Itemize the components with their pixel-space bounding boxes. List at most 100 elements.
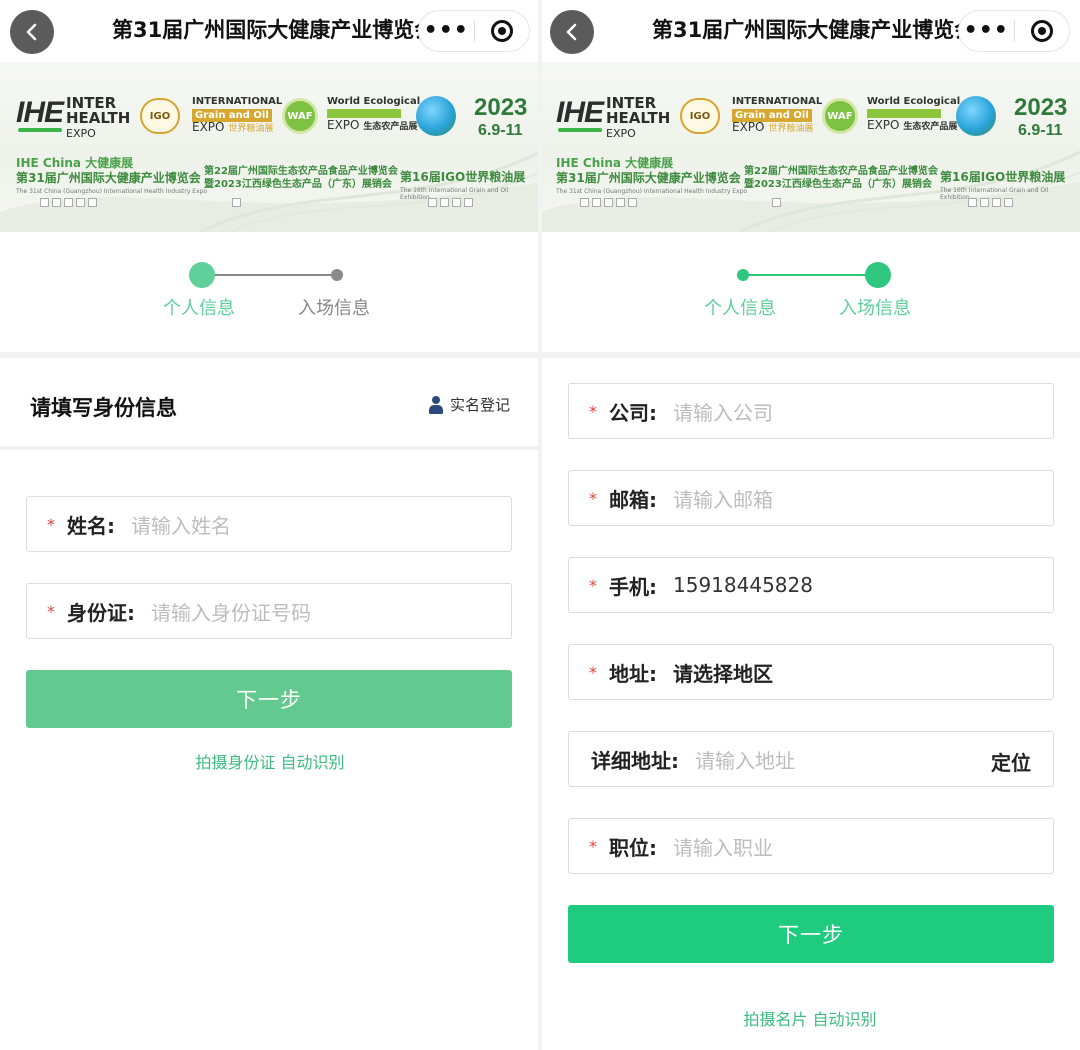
ihe-logo: IHE	[556, 96, 604, 129]
sponsor-icons-2	[232, 198, 241, 207]
nav-bar: 第31届广州国际大健康产业博览会 •••	[0, 0, 540, 62]
step1-label: 个人信息	[163, 298, 235, 319]
phone-field[interactable]: * 手机: 15918445828	[568, 557, 1054, 613]
email-input[interactable]: 请输入邮箱	[673, 484, 773, 513]
detail-address-field[interactable]: 详细地址: 请输入地址 定位	[568, 731, 1054, 787]
expo-22-subtitle: 第22届广州国际生态农产品食品产业博览会 暨2023江西绿色生态产品（广东）展销会	[204, 165, 398, 191]
step1-label: 个人信息	[704, 298, 776, 319]
expo-31-subtitle: 第31届广州国际大健康产业博览会 The 31st China (Guangzho…	[556, 169, 747, 195]
page-title: 第31届广州国际大健康产业博览会	[112, 18, 432, 42]
waf-logo: WAF	[822, 98, 858, 134]
position-input[interactable]: 请输入职业	[673, 832, 773, 861]
back-button[interactable]	[550, 10, 594, 54]
expo-date: 6.9-11	[1018, 122, 1063, 139]
inter-health-logo-text: INTER HEALTH EXPO	[66, 96, 130, 141]
name-field[interactable]: * 姓名: 请输入姓名	[26, 496, 512, 552]
expo-banner: IHE INTER HEALTH EXPO IGO INTERNATIONAL …	[0, 62, 540, 232]
close-mini-program-button[interactable]	[474, 20, 529, 42]
region-select[interactable]: 请选择地区	[673, 658, 773, 687]
step2-dot-active	[865, 262, 891, 288]
mini-program-capsule: •••	[418, 10, 530, 52]
phone-label: 手机:	[609, 574, 657, 599]
detail-address-label: 详细地址:	[591, 748, 679, 773]
chevron-left-icon	[566, 23, 577, 41]
expo-16-text: 第16届IGO世界粮油展	[940, 170, 1066, 184]
next-button[interactable]: 下一步	[568, 905, 1054, 963]
step-connector	[743, 274, 877, 276]
section-separator	[540, 352, 1080, 358]
grain-cn-text: 世界粮油展	[768, 124, 814, 134]
position-label: 职位:	[609, 835, 657, 860]
expo-31-en-text: The 31st China (Guangzhou) International…	[16, 188, 208, 195]
required-mark: *	[47, 601, 55, 621]
phone-input[interactable]: 15918445828	[673, 573, 813, 597]
nav-bar: 第31届广州国际大健康产业博览会 •••	[540, 0, 1080, 62]
scan-card-link[interactable]: 拍摄名片 自动识别	[540, 1006, 1080, 1030]
expo-22-subtitle: 第22届广州国际生态农产品食品产业博览会 暨2023江西绿色生态产品（广东）展销会	[744, 165, 938, 191]
region-field[interactable]: * 地址: 请选择地区	[568, 644, 1054, 700]
id-card-input[interactable]: 请输入身份证号码	[151, 597, 311, 626]
world-ecological-text: World Ecological	[327, 96, 421, 107]
sponsor-icons-3	[428, 198, 473, 207]
more-menu-icon[interactable]: •••	[959, 11, 1014, 51]
expo-year: 2023	[474, 94, 528, 121]
company-field[interactable]: * 公司: 请输入公司	[568, 383, 1054, 439]
company-input[interactable]: 请输入公司	[673, 397, 773, 426]
screenshot-composite: 第31届广州国际大健康产业博览会 ••• IHE INTER HEALTH EX…	[0, 0, 1080, 1050]
step2-label: 入场信息	[839, 298, 911, 319]
sponsor-icons	[40, 198, 97, 207]
screen-divider	[538, 0, 542, 1050]
expo-31-text: 第31届广州国际大健康产业博览会	[16, 171, 201, 185]
required-mark: *	[47, 514, 55, 534]
intl-text: INTERNATIONAL	[732, 96, 823, 107]
expo-text: EXPO	[606, 127, 636, 140]
required-mark: *	[589, 662, 597, 682]
scan-id-link[interactable]: 拍摄身份证 自动识别	[0, 749, 540, 773]
expo-date: 6.9-11	[478, 122, 523, 139]
close-mini-program-button[interactable]	[1014, 20, 1069, 42]
health-text: HEALTH	[66, 109, 131, 127]
id-card-field[interactable]: * 身份证: 请输入身份证号码	[26, 583, 512, 639]
email-field[interactable]: * 邮箱: 请输入邮箱	[568, 470, 1054, 526]
expo-22-line1: 第22届广州国际生态农产品食品产业博览会	[744, 166, 938, 177]
world-ecological-logo: World Ecological EXPO 生态农产品展	[327, 96, 420, 133]
locate-button[interactable]: 定位	[991, 747, 1031, 776]
expo-31-subtitle: 第31届广州国际大健康产业博览会 The 31st China (Guangzho…	[16, 169, 207, 195]
step1-dot-active	[189, 262, 215, 288]
realname-register-link[interactable]: 实名登记	[428, 394, 510, 415]
target-icon	[1030, 20, 1053, 42]
company-label: 公司:	[609, 400, 657, 425]
required-mark: *	[589, 575, 597, 595]
person-icon	[428, 395, 444, 414]
grain-oil-expo-logo: INTERNATIONAL Grain and Oil EXPO 世界粮油展	[192, 96, 282, 135]
expo-16-subtitle: 第16届IGO世界粮油展 The 16th International Grain…	[940, 168, 1080, 201]
back-button[interactable]	[10, 10, 54, 54]
grain-oil-expo-logo: INTERNATIONAL Grain and Oil EXPO 世界粮油展	[732, 96, 822, 135]
expo-31-en-text: The 31st China (Guangzhou) International…	[556, 188, 748, 195]
globe-logo	[956, 96, 996, 136]
sponsor-icons	[580, 198, 637, 207]
mini-program-capsule: •••	[958, 10, 1070, 52]
position-field[interactable]: * 职位: 请输入职业	[568, 818, 1054, 874]
name-input[interactable]: 请输入姓名	[131, 510, 231, 539]
email-label: 邮箱:	[609, 487, 657, 512]
step1-dot-done	[737, 269, 749, 281]
globe-logo	[416, 96, 456, 136]
grain-cn-text: 世界粮油展	[228, 124, 274, 134]
detail-address-input[interactable]: 请输入地址	[695, 745, 795, 774]
step2-dot	[331, 269, 343, 281]
name-label: 姓名:	[67, 513, 115, 538]
chevron-left-icon	[26, 23, 37, 41]
progress-steps: 个人信息 入场信息	[0, 232, 540, 352]
required-mark: *	[589, 401, 597, 421]
realname-label: 实名登记	[449, 396, 510, 414]
world-ecological-logo: World Ecological EXPO 生态农产品展	[867, 96, 960, 133]
igo-logo: IGO	[140, 98, 180, 134]
required-mark: *	[589, 836, 597, 856]
more-menu-icon[interactable]: •••	[419, 11, 474, 51]
right-screen: 第31届广州国际大健康产业博览会 ••• IHE INTER HEALTH EX…	[540, 0, 1080, 1050]
sponsor-icons-2	[772, 198, 781, 207]
world-cn-text: 生态农产品展	[363, 122, 418, 132]
inter-health-logo-text: INTER HEALTH EXPO	[606, 96, 670, 141]
next-button[interactable]: 下一步	[26, 670, 512, 728]
